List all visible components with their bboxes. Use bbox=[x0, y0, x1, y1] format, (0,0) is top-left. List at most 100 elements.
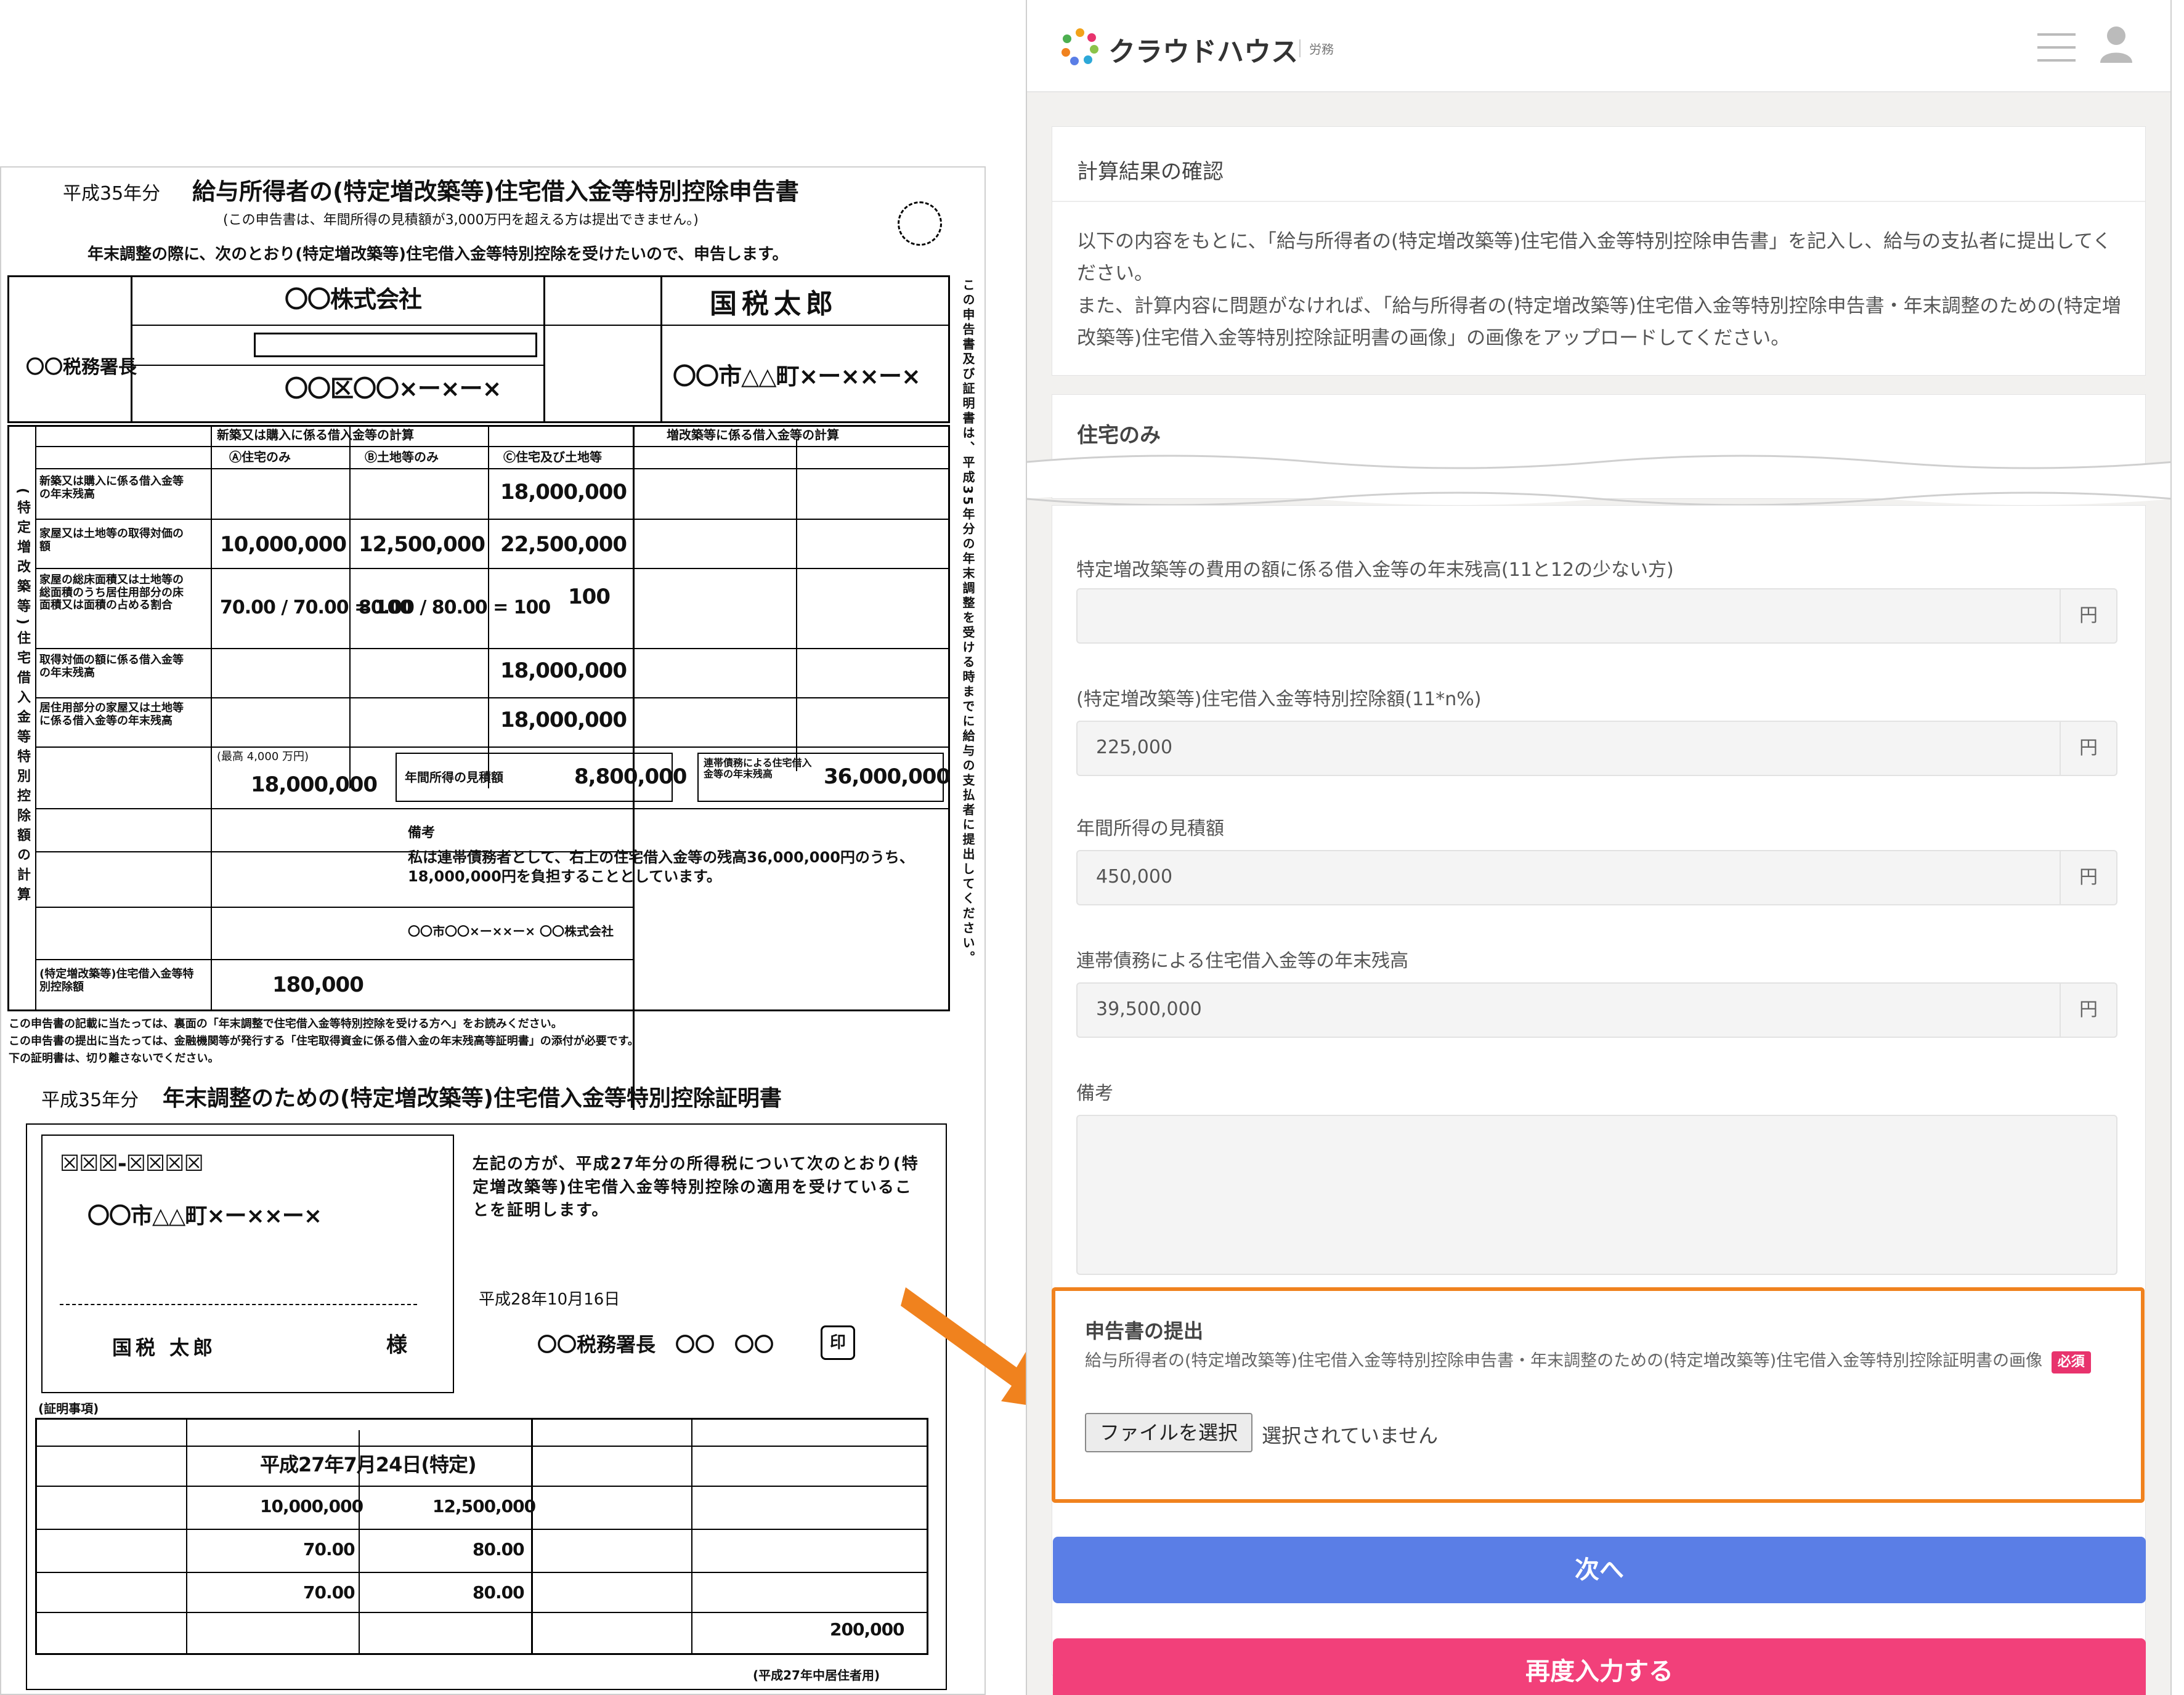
field-joint-debt: 39,500,000 円 bbox=[1076, 982, 2117, 1038]
field-label-annual-income: 年間所得の見積額 bbox=[1076, 818, 1224, 839]
joint-debt-label: 連帯債務による住宅借入金等の年末残高 bbox=[704, 757, 812, 780]
cert-items-title: (証明事項) bbox=[38, 1401, 99, 1416]
result-body-2: また、計算内容に問題がなければ、「給与所得者の(特定増改築等)住宅借入金等特別控… bbox=[1077, 295, 2121, 349]
brand-sub: 労務 bbox=[1299, 39, 1334, 57]
note-2: この申告書の提出に当たっては、金融機関等が発行する「住宅取得資金に係る借入金の年… bbox=[9, 1035, 639, 1048]
remarks-textarea[interactable] bbox=[1076, 1115, 2117, 1275]
upload-desc: 給与所得者の(特定増改築等)住宅借入金等特別控除申告書・年末調整のための(特定増… bbox=[1085, 1348, 2108, 1375]
section-right-title: 増改築等に係る借入金等の計算 bbox=[667, 427, 839, 442]
annual-income: 8,800,000 bbox=[574, 764, 687, 789]
field-annual-income: 450,000 円 bbox=[1076, 850, 2117, 905]
note-3: 下の証明書は、切り離さないでください。 bbox=[9, 1052, 219, 1065]
row2-label: 家屋又は土地等の取得対価の額 bbox=[39, 527, 184, 553]
field-deduction: 225,000 円 bbox=[1076, 721, 2117, 776]
cert-land-price: 12,500,000 bbox=[432, 1496, 536, 1516]
joint-debt: 36,000,000 bbox=[824, 764, 951, 789]
cert-house-price: 10,000,000 bbox=[260, 1496, 363, 1516]
yen-unit: 円 bbox=[2060, 722, 2116, 775]
cert-address: 〇〇市△△町×ー××ー× bbox=[87, 1203, 322, 1229]
row4-label: 取得対価の額に係る借入金等の年末残高 bbox=[39, 653, 184, 679]
col-c: Ⓒ住宅及び土地等 bbox=[503, 450, 602, 464]
payer-name: 〇〇株式会社 bbox=[285, 286, 422, 313]
row1-c: 18,000,000 bbox=[500, 480, 627, 504]
field-value: 450,000 bbox=[1096, 866, 1173, 888]
col-b: Ⓑ土地等のみ bbox=[365, 450, 439, 464]
remarks-label: 備考 bbox=[1076, 1083, 1113, 1104]
cert-reno-amount: 200,000 bbox=[830, 1619, 905, 1640]
next-button[interactable]: 次へ bbox=[1053, 1537, 2146, 1603]
brand-name: クラウドハウス bbox=[1108, 36, 1298, 68]
result-body-1: 以下の内容をもとに、「給与所得者の(特定増改築等)住宅借入金等特別控除申告書」を… bbox=[1077, 230, 2112, 285]
deduction: 180,000 bbox=[272, 973, 364, 997]
row2-a: 10,000,000 bbox=[220, 532, 347, 557]
cert-divider bbox=[60, 1304, 417, 1305]
cert-date: 平成28年10月16日 bbox=[479, 1290, 620, 1309]
yen-unit: 円 bbox=[2060, 984, 2116, 1037]
field-label-deduction: (特定増改築等)住宅借入金等特別控除額(11*n%) bbox=[1076, 689, 1482, 710]
upload-desc-text: 給与所得者の(特定増改築等)住宅借入金等特別控除申告書・年末調整のための(特定増… bbox=[1085, 1351, 2043, 1370]
total-loan: 18,000,000 bbox=[251, 772, 378, 797]
remarks-company: 〇〇市〇〇×ー××ー× 〇〇株式会社 bbox=[408, 924, 614, 939]
upload-section: 申告書の提出 給与所得者の(特定増改築等)住宅借入金等特別控除申告書・年末調整の… bbox=[1052, 1287, 2145, 1503]
result-title: 計算結果の確認 bbox=[1077, 160, 1224, 184]
applicant-address: 〇〇市△△町×ー××ー× bbox=[673, 363, 921, 390]
row2-b: 12,500,000 bbox=[359, 532, 485, 557]
row4-c: 18,000,000 bbox=[500, 658, 627, 683]
annual-income-label: 年間所得の見積額 bbox=[405, 770, 503, 785]
row3-label: 家屋の総床面積又は土地等の総面積のうち居住用部分の床面積又は面積の占める割合 bbox=[39, 573, 184, 612]
row5-label: 居住用部分の家屋又は土地等に係る借入金等の年末残高 bbox=[39, 702, 184, 727]
my-number-box bbox=[254, 333, 537, 357]
form-intro: 年末調整の際に、次のとおり(特定増改築等)住宅借入金等特別控除を受けたいので、申… bbox=[87, 245, 789, 264]
cert-land-res: 80.00 bbox=[473, 1582, 525, 1603]
cert-land-area: 80.00 bbox=[473, 1539, 525, 1559]
user-icon[interactable] bbox=[2099, 25, 2133, 64]
cert-seal: 印 bbox=[821, 1325, 855, 1360]
remarks-title: 備考 bbox=[408, 825, 436, 841]
row1-label: 新築又は購入に係る借入金等の年末残高 bbox=[39, 475, 184, 501]
cert-text: 左記の方が、平成27年分の所得税について次のとおり(特定増改築等)住宅借入金等特… bbox=[473, 1155, 919, 1220]
reenter-button[interactable]: 再度入力する bbox=[1053, 1638, 2146, 1695]
remarks-text: 私は連帯債務者として、右上の住宅借入金等の残高36,000,000円のうち、18… bbox=[408, 849, 914, 886]
cert-move-in: 平成27年7月24日(特定) bbox=[260, 1453, 477, 1476]
seal-circle bbox=[898, 201, 942, 246]
form-title: 給与所得者の(特定増改築等)住宅借入金等特別控除申告書 bbox=[192, 178, 799, 205]
cert-honorific: 様 bbox=[386, 1333, 407, 1357]
deduction-label: (特定増改築等)住宅借入金等特別控除額 bbox=[39, 968, 194, 993]
row3-b: 80.00 / 80.00 = 100 bbox=[359, 597, 551, 618]
house-only-title: 住宅のみ bbox=[1077, 423, 1161, 448]
cert-table bbox=[35, 1418, 928, 1655]
cert-postal: ☒☒☒-☒☒☒☒ bbox=[60, 1151, 204, 1176]
row5-c: 18,000,000 bbox=[500, 708, 627, 732]
total-loan-cap: (最高 4,000 万円) bbox=[217, 750, 309, 763]
brand-logo-icon bbox=[1062, 28, 1098, 65]
side-title: (特定増改築等)住宅借入金等特別控除額の計算 bbox=[15, 488, 30, 907]
yen-unit: 円 bbox=[2060, 589, 2116, 642]
side-note: この申告書及び証明書は、平成35年分の年末調整を受ける時までに給与の支払者に提出… bbox=[960, 278, 975, 966]
tax-form-image: 平成35年分 給与所得者の(特定増改築等)住宅借入金等特別控除申告書 (この申告… bbox=[0, 166, 986, 1695]
field-renovation-loan: 円 bbox=[1076, 588, 2117, 644]
payer-address: 〇〇区〇〇×ー×ー× bbox=[285, 375, 502, 402]
cert-name: 国税 太郎 bbox=[112, 1336, 217, 1359]
cert-footer: (平成27年中居住者用) bbox=[753, 1668, 880, 1683]
app-header: クラウドハウス 労務 bbox=[1027, 0, 2170, 92]
row2-c: 22,500,000 bbox=[500, 532, 627, 557]
form-subtitle: (この申告書は、年間所得の見積額が3,000万円を超える方は提出できません。) bbox=[223, 212, 699, 228]
form-era-year: 平成35年分 bbox=[63, 183, 161, 204]
file-status: 選択されていません bbox=[1262, 1424, 1439, 1447]
col-a: Ⓐ住宅のみ bbox=[229, 450, 291, 464]
field-label-renovation-loan: 特定増改築等の費用の額に係る借入金等の年末残高(11と12の少ない方) bbox=[1076, 559, 1674, 581]
menu-icon[interactable] bbox=[2037, 32, 2076, 63]
field-value: 225,000 bbox=[1096, 737, 1173, 758]
required-badge: 必須 bbox=[2051, 1351, 2091, 1373]
cert-title: 年末調整のための(特定増改築等)住宅借入金等特別控除証明書 bbox=[163, 1086, 782, 1111]
field-value: 39,500,000 bbox=[1096, 998, 1202, 1020]
note-1: この申告書の記載に当たっては、裏面の「年末調整で住宅借入金等特別控除を受ける方へ… bbox=[9, 1017, 562, 1030]
section-left-title: 新築又は購入に係る借入金等の計算 bbox=[217, 427, 414, 442]
upload-title: 申告書の提出 bbox=[1085, 1319, 1204, 1343]
result-card: 計算結果の確認 以下の内容をもとに、「給与所得者の(特定増改築等)住宅借入金等特… bbox=[1052, 126, 2146, 376]
file-select-button[interactable]: ファイルを選択 bbox=[1085, 1413, 1252, 1452]
row3-c: 100 bbox=[568, 585, 611, 609]
cert-year: 平成35年分 bbox=[41, 1090, 139, 1111]
applicant-name: 国税太郎 bbox=[710, 288, 838, 320]
cert-house-res: 70.00 bbox=[303, 1582, 355, 1603]
